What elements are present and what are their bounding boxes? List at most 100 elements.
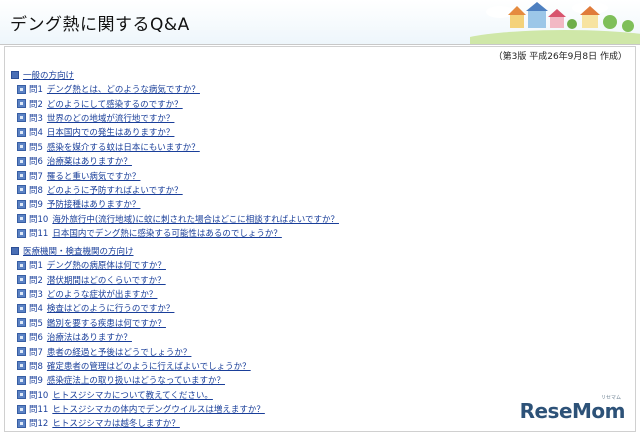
question-link[interactable]: 問8 確定患者の管理はどのように行えばよいでしょうか？ (17, 359, 265, 373)
question-number: 問8 (29, 361, 43, 372)
edition-note: （第3版 平成26年9月8日 作成） (493, 52, 627, 62)
question-text[interactable]: 海外旅行中(流行地域)に蚊に刺された場合はどこに相談すればよいですか？ (52, 213, 339, 225)
question-link[interactable]: 問1 デング熱の病原体は何ですか？ (17, 258, 265, 272)
question-number: 問1 (29, 261, 43, 272)
question-text[interactable]: 鑑別を要する疾患は何ですか？ (47, 317, 166, 329)
question-text[interactable]: 患者の経過と予後はどうでしょうか？ (47, 346, 192, 358)
question-number: 問5 (29, 142, 43, 153)
question-number: 問9 (29, 376, 43, 387)
question-bullet-icon (17, 171, 26, 181)
question-bullet-icon (17, 84, 26, 94)
question-number: 問12 (29, 419, 49, 430)
question-bullet-icon (17, 332, 26, 342)
question-bullet-icon (17, 214, 26, 224)
question-text[interactable]: 日本国内での発生はありますか？ (47, 126, 175, 138)
question-number: 問4 (29, 128, 43, 139)
question-number: 問11 (29, 229, 49, 240)
town-illustration (470, 2, 640, 44)
question-number: 問9 (29, 200, 43, 211)
question-text[interactable]: 感染症法上の取り扱いはどうなっていますか？ (47, 374, 225, 386)
question-bullet-icon (17, 260, 26, 270)
question-number: 問4 (29, 304, 43, 315)
question-number: 問2 (29, 99, 43, 110)
question-bullet-icon (17, 347, 26, 357)
question-number: 問11 (29, 405, 49, 416)
question-number: 問5 (29, 318, 43, 329)
question-link[interactable]: 問6 治療薬はありますか？ (17, 154, 339, 168)
question-text[interactable]: 治療薬はありますか？ (47, 155, 132, 167)
question-link[interactable]: 問9 感染症法上の取り扱いはどうなっていますか？ (17, 373, 265, 387)
question-link[interactable]: 問12 ヒトスジシマカは越冬しますか？ (17, 416, 265, 430)
question-number: 問1 (29, 85, 43, 96)
question-text[interactable]: どのようにして感染するのですか？ (47, 98, 183, 110)
question-link[interactable]: 問11 ヒトスジシマカの体内でデングウイルスは増えますか？ (17, 402, 265, 416)
question-link[interactable]: 問8 どのように予防すればよいですか？ (17, 183, 339, 197)
square-bullet-icon (11, 71, 19, 79)
question-bullet-icon (17, 404, 26, 414)
question-text[interactable]: デング熱の病原体は何ですか？ (47, 259, 166, 271)
question-number: 問3 (29, 289, 43, 300)
question-link[interactable]: 問2 どのようにして感染するのですか？ (17, 96, 339, 110)
question-number: 問2 (29, 275, 43, 286)
question-link[interactable]: 問4 検査はどのように行うのですか？ (17, 301, 265, 315)
question-bullet-icon (17, 303, 26, 313)
question-text[interactable]: ヒトスジシマカについて教えてください。 (52, 389, 213, 401)
question-bullet-icon (17, 199, 26, 209)
question-link[interactable]: 問3 世界のどの地域が流行地ですか？ (17, 111, 339, 125)
question-number: 問8 (29, 185, 43, 196)
question-bullet-icon (17, 127, 26, 137)
question-bullet-icon (17, 375, 26, 385)
question-text[interactable]: ヒトスジシマカの体内でデングウイルスは増えますか？ (52, 403, 265, 415)
question-bullet-icon (17, 99, 26, 109)
square-bullet-icon (11, 247, 19, 255)
question-bullet-icon (17, 390, 26, 400)
question-text[interactable]: 日本国内でデング熱に感染する可能性はあるのでしょうか？ (52, 227, 282, 239)
question-link[interactable]: 問7 罹ると重い病気ですか？ (17, 168, 339, 182)
question-bullet-icon (17, 228, 26, 238)
section-heading-medical[interactable]: 医療機関・検査機関の方向け (11, 245, 134, 257)
question-link[interactable]: 問2 潜伏期間はどのくらいですか？ (17, 272, 265, 286)
question-bullet-icon (17, 361, 26, 371)
question-link[interactable]: 問9 予防接種はありますか？ (17, 197, 339, 211)
question-text[interactable]: どのような症状が出ますか？ (47, 288, 158, 300)
question-text[interactable]: ヒトスジシマカは越冬しますか？ (52, 417, 180, 429)
question-bullet-icon (17, 289, 26, 299)
question-bullet-icon (17, 113, 26, 123)
question-link[interactable]: 問5 鑑別を要する疾患は何ですか？ (17, 316, 265, 330)
question-link[interactable]: 問10 ヒトスジシマカについて教えてください。 (17, 388, 265, 402)
question-number: 問10 (29, 214, 49, 225)
question-text[interactable]: 罹ると重い病気ですか？ (47, 170, 141, 182)
question-bullet-icon (17, 156, 26, 166)
question-link[interactable]: 問4 日本国内での発生はありますか？ (17, 125, 339, 139)
header-divider (0, 44, 640, 45)
question-text[interactable]: 確定患者の管理はどのように行えばよいでしょうか？ (47, 360, 251, 372)
question-number: 問10 (29, 390, 49, 401)
question-bullet-icon (17, 318, 26, 328)
question-text[interactable]: 潜伏期間はどのくらいですか？ (47, 274, 166, 286)
question-bullet-icon (17, 142, 26, 152)
question-number: 問7 (29, 347, 43, 358)
question-text[interactable]: 予防接種はありますか？ (47, 198, 141, 210)
question-link[interactable]: 問11 日本国内でデング熱に感染する可能性はあるのでしょうか？ (17, 226, 339, 240)
page-title: デング熱に関するQ&A (10, 15, 190, 35)
question-link[interactable]: 問10 海外旅行中(流行地域)に蚊に刺された場合はどこに相談すればよいですか？ (17, 212, 339, 226)
question-text[interactable]: どのように予防すればよいですか？ (47, 184, 183, 196)
question-text[interactable]: 感染を媒介する蚊は日本にもいますか？ (47, 141, 200, 153)
question-text[interactable]: 治療法はありますか？ (47, 331, 132, 343)
question-text[interactable]: デング熱とは、どのような病気ですか？ (47, 83, 200, 95)
question-link[interactable]: 問7 患者の経過と予後はどうでしょうか？ (17, 344, 265, 358)
page-header: デング熱に関するQ&A (0, 0, 640, 44)
question-link[interactable]: 問3 どのような症状が出ますか？ (17, 287, 265, 301)
question-text[interactable]: 世界のどの地域が流行地ですか？ (47, 112, 175, 124)
section-heading-label: 一般の方向け (23, 71, 75, 81)
question-number: 問7 (29, 171, 43, 182)
question-link[interactable]: 問6 治療法はありますか？ (17, 330, 265, 344)
question-link[interactable]: 問1 デング熱とは、どのような病気ですか？ (17, 82, 339, 96)
question-text[interactable]: 検査はどのように行うのですか？ (47, 302, 175, 314)
question-number: 問6 (29, 157, 43, 168)
qa-content-panel: （第3版 平成26年9月8日 作成） 一般の方向け 問1 デング熱とは、どのような… (4, 46, 636, 432)
section-heading-label: 医療機関・検査機関の方向け (23, 247, 134, 257)
question-link[interactable]: 問5 感染を媒介する蚊は日本にもいますか？ (17, 140, 339, 154)
general-questions-list: 問1 デング熱とは、どのような病気ですか？ 問2 どのようにして感染するのですか？ 問3… (17, 82, 339, 240)
section-heading-general[interactable]: 一般の方向け (11, 69, 74, 81)
